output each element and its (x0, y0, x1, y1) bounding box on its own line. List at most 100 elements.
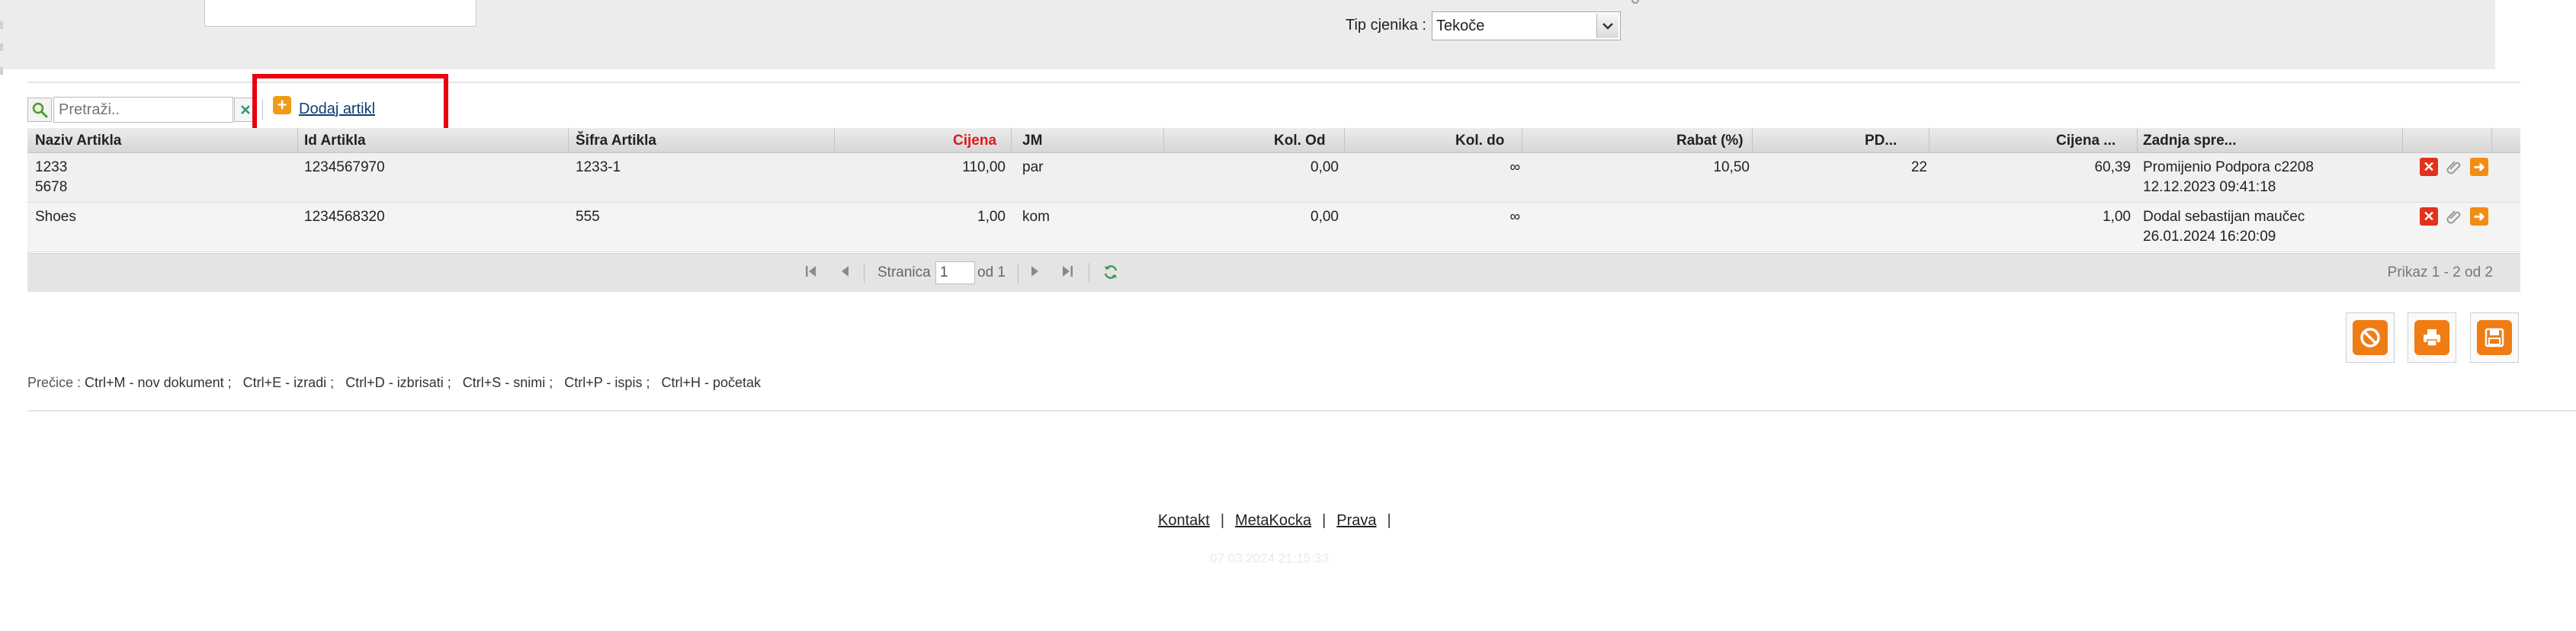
cell-naziv: 1233 (35, 159, 68, 175)
column-divider (568, 128, 569, 152)
header-pdv[interactable]: PD... (1865, 133, 1897, 149)
header-kol-od[interactable]: Kol. Od (1274, 133, 1326, 149)
header-jm[interactable]: JM (1022, 133, 1042, 149)
cell-jm: par (1022, 159, 1044, 175)
footer-separator: | (1322, 512, 1326, 529)
cell-cijena: 1,00 (977, 209, 1006, 225)
shortcut-item: Ctrl+M - nov dokument ; (85, 375, 232, 390)
cell-pdv: 22 (1910, 159, 1927, 175)
header-cijena[interactable]: Cijena (953, 133, 996, 149)
arrow-right-icon[interactable]: ➜ (2470, 158, 2488, 176)
records-summary: Prikaz 1 - 2 od 2 (2387, 264, 2493, 280)
cancel-button[interactable] (2346, 312, 2395, 363)
header-sifra[interactable]: Šifra Artikla (576, 133, 656, 149)
cell-kol-do: ∞ (1509, 159, 1520, 175)
column-divider (834, 128, 835, 152)
delete-icon[interactable]: ✕ (2420, 207, 2438, 226)
table-row[interactable]: 1233 5678 1234567970 1233-1 110,00 par 0… (27, 153, 2520, 203)
cell-id: 1234567970 (304, 159, 385, 175)
save-icon (2477, 320, 2512, 355)
footer-link-prava[interactable]: Prava (1336, 512, 1376, 529)
column-divider (1344, 128, 1345, 152)
page-number-input[interactable] (935, 261, 975, 284)
column-divider (1929, 128, 1930, 152)
left-edge-marker (0, 67, 3, 75)
header-rabat[interactable]: Rabat (%) (1676, 133, 1744, 149)
left-edge-marker (0, 43, 3, 51)
column-divider (1163, 128, 1164, 152)
tip-cjenika-value: Tekoče (1436, 18, 1485, 34)
cell-kol-od: 0,00 (1310, 209, 1339, 225)
highlight-annotation (252, 74, 448, 133)
footer-separator: | (1387, 512, 1391, 529)
cell-naziv-2: 5678 (35, 179, 68, 195)
pager-separator (1018, 263, 1019, 283)
delete-icon[interactable]: ✕ (2420, 158, 2438, 176)
shortcuts-bar: Prečice : Ctrl+M - nov dokument ; Ctrl+E… (27, 375, 761, 391)
cell-kol-od: 0,00 (1310, 159, 1339, 175)
column-divider (1752, 128, 1753, 152)
footer-timestamp: 07.03.2024 21:15:33 (1210, 551, 1329, 565)
cell-sifra: 1233-1 (576, 159, 621, 175)
cell-cijena2: 60,39 (2094, 159, 2131, 175)
page-label: Stranica (877, 264, 931, 280)
divider (27, 410, 2576, 412)
last-page-icon[interactable] (1060, 264, 1075, 283)
shortcut-item: Ctrl+D - izbrisati ; (345, 375, 451, 390)
column-divider (1011, 128, 1012, 152)
cell-id: 1234568320 (304, 209, 385, 225)
first-page-icon[interactable] (804, 264, 819, 283)
column-divider (297, 128, 298, 152)
print-button[interactable] (2408, 312, 2456, 363)
footer-separator: | (1220, 512, 1225, 529)
cell-zadnja-time: 12.12.2023 09:41:18 (2143, 179, 2276, 195)
header-naziv[interactable]: Naziv Artikla (35, 133, 121, 149)
tip-cjenika-select[interactable]: Tekoče (1432, 11, 1621, 40)
paperclip-icon[interactable] (2445, 158, 2463, 176)
cancel-icon (2353, 320, 2388, 355)
cell-zadnja-time: 26.01.2024 16:20:09 (2143, 229, 2276, 245)
prev-page-icon[interactable] (839, 264, 851, 283)
cell-cijena: 110,00 (962, 159, 1006, 175)
search-input[interactable] (53, 97, 233, 123)
shortcut-item: Ctrl+E - izradi ; (242, 375, 335, 390)
pager-separator (864, 263, 865, 283)
header-id[interactable]: Id Artikla (304, 133, 366, 149)
header-kol-do[interactable]: Kol. do (1455, 133, 1504, 149)
left-edge-marker (0, 21, 3, 29)
shortcut-item: Ctrl+H - početak (661, 375, 762, 390)
column-divider (2137, 128, 2138, 152)
print-icon (2414, 320, 2449, 355)
cell-jm: kom (1022, 209, 1050, 225)
save-button[interactable] (2470, 312, 2519, 363)
header-zadnja[interactable]: Zadnja spre... (2143, 133, 2236, 149)
refresh-icon[interactable] (1102, 264, 1119, 285)
pager: Stranica od 1 Prikaz 1 - 2 od 2 (27, 253, 2520, 292)
footer-link-kontakt[interactable]: Kontakt (1158, 512, 1210, 529)
notes-textarea[interactable] (204, 0, 476, 27)
grid-header: Naziv Artikla Id Artikla Šifra Artikla C… (27, 128, 2520, 153)
header-cijena2[interactable]: Cijena ... (2056, 133, 2116, 149)
table-row[interactable]: Shoes 1234568320 555 1,00 kom 0,00 ∞ 1,0… (27, 203, 2520, 252)
shortcut-item: Ctrl+P - ispis ; (564, 375, 650, 390)
cell-naziv: Shoes (35, 209, 76, 225)
cell-cijena2: 1,00 (2103, 209, 2131, 225)
cell-zadnja: Promijenio Podpora c2208 (2143, 159, 2314, 175)
shortcuts-label: Prečice : (27, 375, 82, 390)
footer-links: Kontakt | MetaKocka | Prava | (1158, 512, 1402, 530)
search-icon[interactable] (27, 98, 52, 122)
shortcut-item: Ctrl+S - snimi ; (462, 375, 553, 390)
next-page-icon[interactable] (1029, 264, 1041, 283)
cell-sifra: 555 (576, 209, 600, 225)
page-count-label: od 1 (977, 264, 1006, 280)
footer-link-metakocka[interactable]: MetaKocka (1235, 512, 1311, 529)
chevron-down-icon[interactable] (1596, 14, 1618, 38)
cell-rabat: 10,50 (1713, 159, 1750, 175)
cell-kol-do: ∞ (1509, 209, 1520, 225)
column-divider (2402, 128, 2403, 152)
paperclip-icon[interactable] (2445, 207, 2463, 226)
column-divider (2491, 128, 2492, 152)
cell-zadnja: Dodal sebastijan maučec (2143, 209, 2305, 225)
arrow-right-icon[interactable]: ➜ (2470, 207, 2488, 226)
tip-cjenika-label: Tip cjenika : (1346, 17, 1426, 34)
